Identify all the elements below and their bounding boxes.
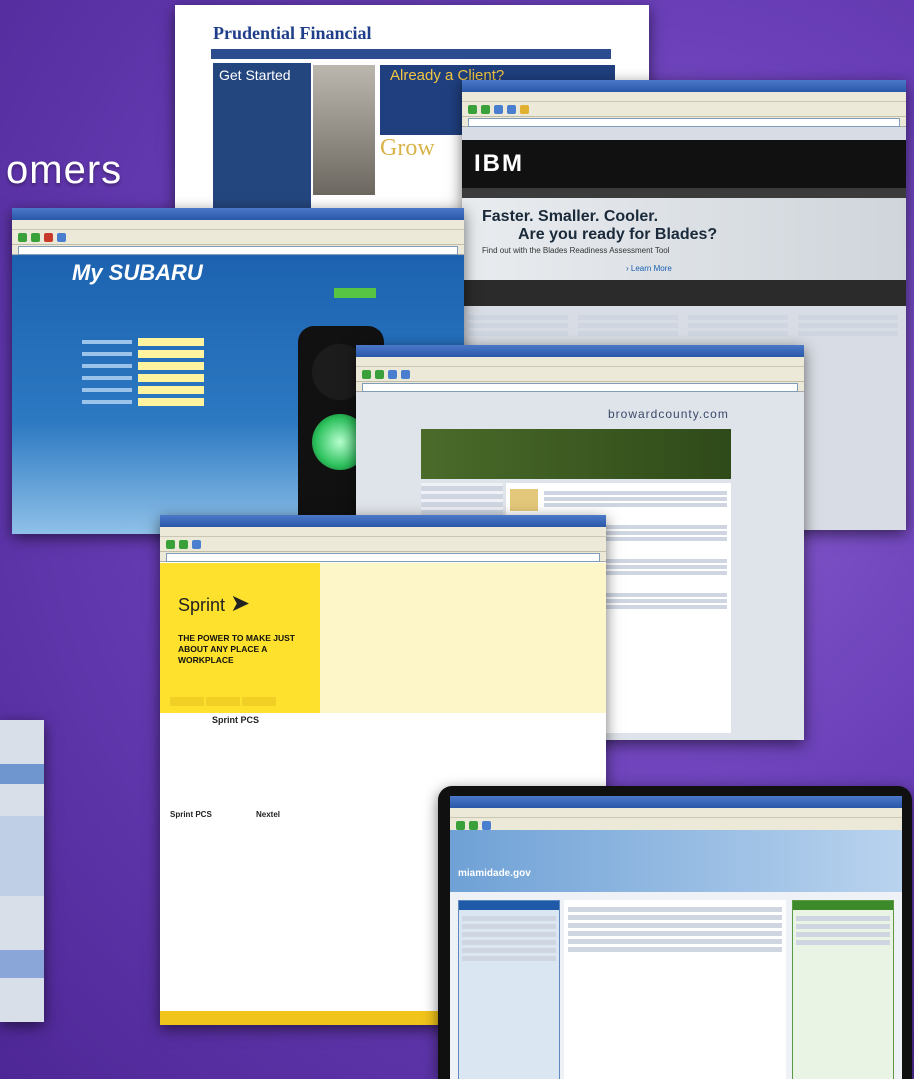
- get-started-panel: [213, 63, 311, 213]
- subaru-go-button[interactable]: [334, 288, 376, 298]
- browser-toolbar: [160, 537, 606, 552]
- list-item[interactable]: [506, 483, 731, 517]
- back-icon[interactable]: [468, 104, 477, 114]
- laptop-frame: miamidade.gov: [438, 786, 912, 1079]
- tab[interactable]: [170, 697, 204, 706]
- sprint-logo: Sprint: [178, 595, 226, 615]
- ibm-nav: [462, 188, 906, 198]
- refresh-icon[interactable]: [494, 104, 503, 114]
- menu-bar: [356, 357, 804, 367]
- window-titlebar: [450, 796, 902, 808]
- refresh-icon[interactable]: [388, 369, 397, 379]
- browser-toolbar: [12, 230, 464, 245]
- tab[interactable]: [242, 697, 276, 706]
- browser-toolbar: [356, 367, 804, 382]
- get-started-heading: Get Started: [219, 67, 291, 83]
- refresh-icon[interactable]: [482, 820, 491, 830]
- address-bar[interactable]: [12, 245, 464, 255]
- back-icon[interactable]: [166, 539, 175, 549]
- ibm-logo: IBM: [474, 150, 524, 177]
- ibm-headline-1: Faster. Smaller. Cooler.: [482, 208, 659, 225]
- ibm-subline: Find out with the Blades Readiness Asses…: [482, 246, 670, 255]
- menu-bar: [160, 527, 606, 537]
- window-titlebar: [175, 5, 649, 17]
- forward-icon[interactable]: [375, 369, 384, 379]
- nextel-column: Nextel: [256, 810, 281, 819]
- ibm-header: [462, 140, 906, 188]
- family-photo: [313, 65, 375, 195]
- tab[interactable]: [206, 697, 240, 706]
- forward-icon[interactable]: [481, 104, 490, 114]
- favorites-icon[interactable]: [520, 104, 529, 114]
- stop-icon[interactable]: [44, 232, 53, 242]
- form-field[interactable]: [82, 386, 204, 394]
- registration-form: [82, 338, 204, 410]
- menu-bar: [450, 808, 902, 818]
- prudential-nav: [211, 49, 611, 59]
- miamidade-logo: miamidade.gov: [458, 868, 531, 879]
- menu-bar: [462, 92, 906, 102]
- window-titlebar: [160, 515, 606, 527]
- sprint-promo: [320, 563, 606, 713]
- broward-site-title: browardcounty.com: [608, 407, 729, 421]
- window-titlebar: [12, 208, 464, 220]
- menu-bar: [12, 220, 464, 230]
- prudential-logo: Prudential Financial: [213, 23, 372, 43]
- forward-icon[interactable]: [31, 232, 40, 242]
- sprint-tagline: THE POWER TO MAKE JUST ABOUT ANY PLACE A…: [178, 633, 295, 665]
- online-services-panel: [458, 900, 560, 1079]
- sprint-arrow-icon: ➤: [230, 590, 251, 617]
- broward-banner: [421, 429, 731, 479]
- forward-icon[interactable]: [179, 539, 188, 549]
- form-field[interactable]: [82, 374, 204, 382]
- window-titlebar: [462, 80, 906, 92]
- slide-title: omers: [6, 148, 123, 192]
- sprint-pcs-column: Sprint PCS: [170, 810, 212, 819]
- form-field[interactable]: [82, 350, 204, 358]
- ibm-columns: [468, 312, 898, 339]
- ibm-headline-2: Are you ready for Blades?: [518, 226, 718, 243]
- home-icon[interactable]: [507, 104, 516, 114]
- partial-screenshot: [0, 720, 44, 1022]
- miamidade-main: [564, 900, 786, 1079]
- browser-toolbar: [462, 102, 906, 117]
- partial-block: [0, 950, 44, 978]
- window-titlebar: [356, 345, 804, 357]
- back-icon[interactable]: [456, 820, 465, 830]
- form-field[interactable]: [82, 338, 204, 346]
- refresh-icon[interactable]: [57, 232, 66, 242]
- refresh-icon[interactable]: [192, 539, 201, 549]
- address-bar[interactable]: [462, 117, 906, 127]
- form-field[interactable]: [82, 398, 204, 406]
- miamidade-screenshot: miamidade.gov: [450, 796, 902, 1079]
- back-icon[interactable]: [362, 369, 371, 379]
- form-field[interactable]: [82, 362, 204, 370]
- partial-block: [0, 764, 44, 784]
- sprint-pcs-heading: Sprint PCS: [212, 715, 260, 725]
- county-offices-panel: [792, 900, 894, 1079]
- promo-strip: [462, 280, 906, 306]
- home-icon[interactable]: [401, 369, 410, 379]
- partial-block: [0, 816, 44, 896]
- subaru-logo: My SUBARU: [72, 260, 203, 285]
- learn-more-link[interactable]: › Learn More: [626, 264, 672, 273]
- miamidade-header: [450, 830, 902, 892]
- sprint-tabs: [170, 697, 276, 706]
- back-icon[interactable]: [18, 232, 27, 242]
- address-bar[interactable]: [356, 382, 804, 392]
- grow-heading: Grow: [380, 135, 435, 161]
- address-bar[interactable]: [160, 552, 606, 562]
- forward-icon[interactable]: [469, 820, 478, 830]
